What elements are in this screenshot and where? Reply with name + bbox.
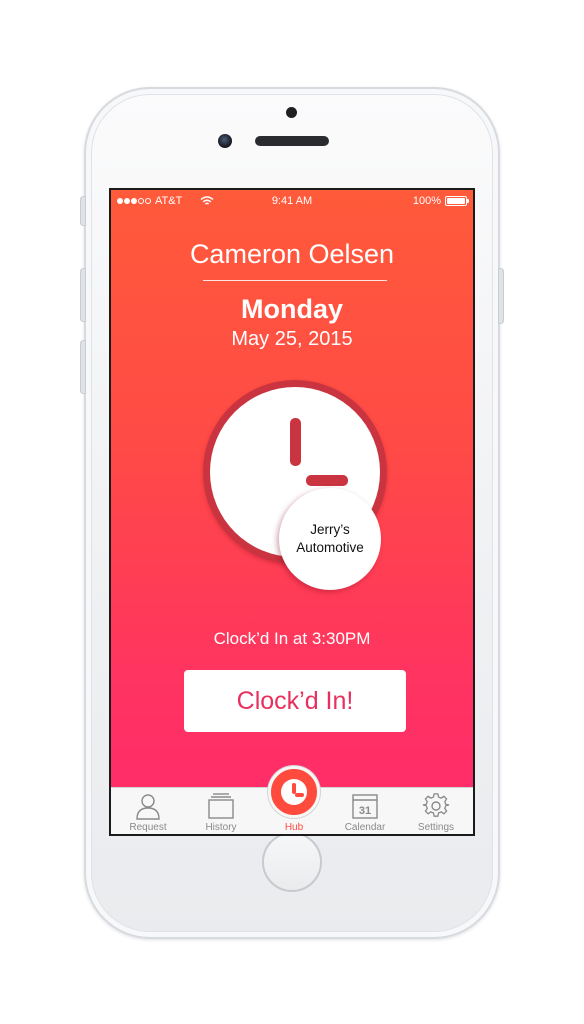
calendar-icon-day: 31 bbox=[359, 805, 371, 817]
home-button[interactable] bbox=[262, 832, 322, 892]
clock-icon bbox=[281, 779, 307, 805]
tab-calendar[interactable]: 31 Calendar bbox=[330, 788, 400, 834]
person-icon bbox=[136, 794, 160, 820]
battery-icon bbox=[445, 196, 469, 206]
hub-button[interactable] bbox=[268, 766, 320, 818]
folder-icon bbox=[208, 793, 234, 819]
current-date: May 25, 2015 bbox=[231, 328, 353, 350]
tab-request[interactable]: Request bbox=[113, 788, 183, 834]
clocked-status-text: Clock’d In at 3:30PM bbox=[213, 629, 371, 648]
proximity-sensor bbox=[286, 107, 297, 118]
day-of-week: Monday bbox=[240, 294, 343, 324]
app-screen: AT&T 9:41 AM 100% Cameron Oelsen Monday … bbox=[109, 188, 475, 836]
employee-name: Cameron Oelsen bbox=[189, 239, 395, 269]
clock-minute-hand bbox=[306, 475, 348, 486]
tab-request-label: Request bbox=[129, 822, 167, 833]
tab-history[interactable]: History bbox=[186, 788, 256, 834]
battery-percentage: 100% bbox=[412, 195, 441, 207]
mute-switch bbox=[80, 196, 86, 226]
business-name: Jerry’s Automotive bbox=[296, 522, 364, 555]
name-divider bbox=[203, 280, 387, 281]
status-right: 100% bbox=[412, 195, 469, 207]
volume-down-button bbox=[80, 340, 86, 394]
volume-up-button bbox=[80, 268, 86, 322]
calendar-icon: 31 bbox=[352, 794, 378, 819]
earpiece-speaker bbox=[255, 136, 329, 146]
tab-history-label: History bbox=[205, 822, 237, 833]
tab-hub-label: Hub bbox=[284, 822, 304, 833]
clock-hour-hand bbox=[290, 418, 301, 466]
tab-settings-label: Settings bbox=[417, 822, 455, 833]
gear-icon bbox=[422, 793, 450, 817]
tab-calendar-label: Calendar bbox=[344, 822, 386, 833]
power-button bbox=[498, 268, 504, 324]
business-badge[interactable]: Jerry’s Automotive bbox=[279, 488, 381, 590]
clock-in-button[interactable]: Clock’d In! bbox=[184, 670, 406, 732]
status-bar: AT&T 9:41 AM 100% bbox=[111, 190, 473, 212]
front-camera bbox=[218, 134, 232, 148]
tab-settings[interactable]: Settings bbox=[401, 788, 471, 834]
hub-minute-hand bbox=[295, 793, 304, 797]
